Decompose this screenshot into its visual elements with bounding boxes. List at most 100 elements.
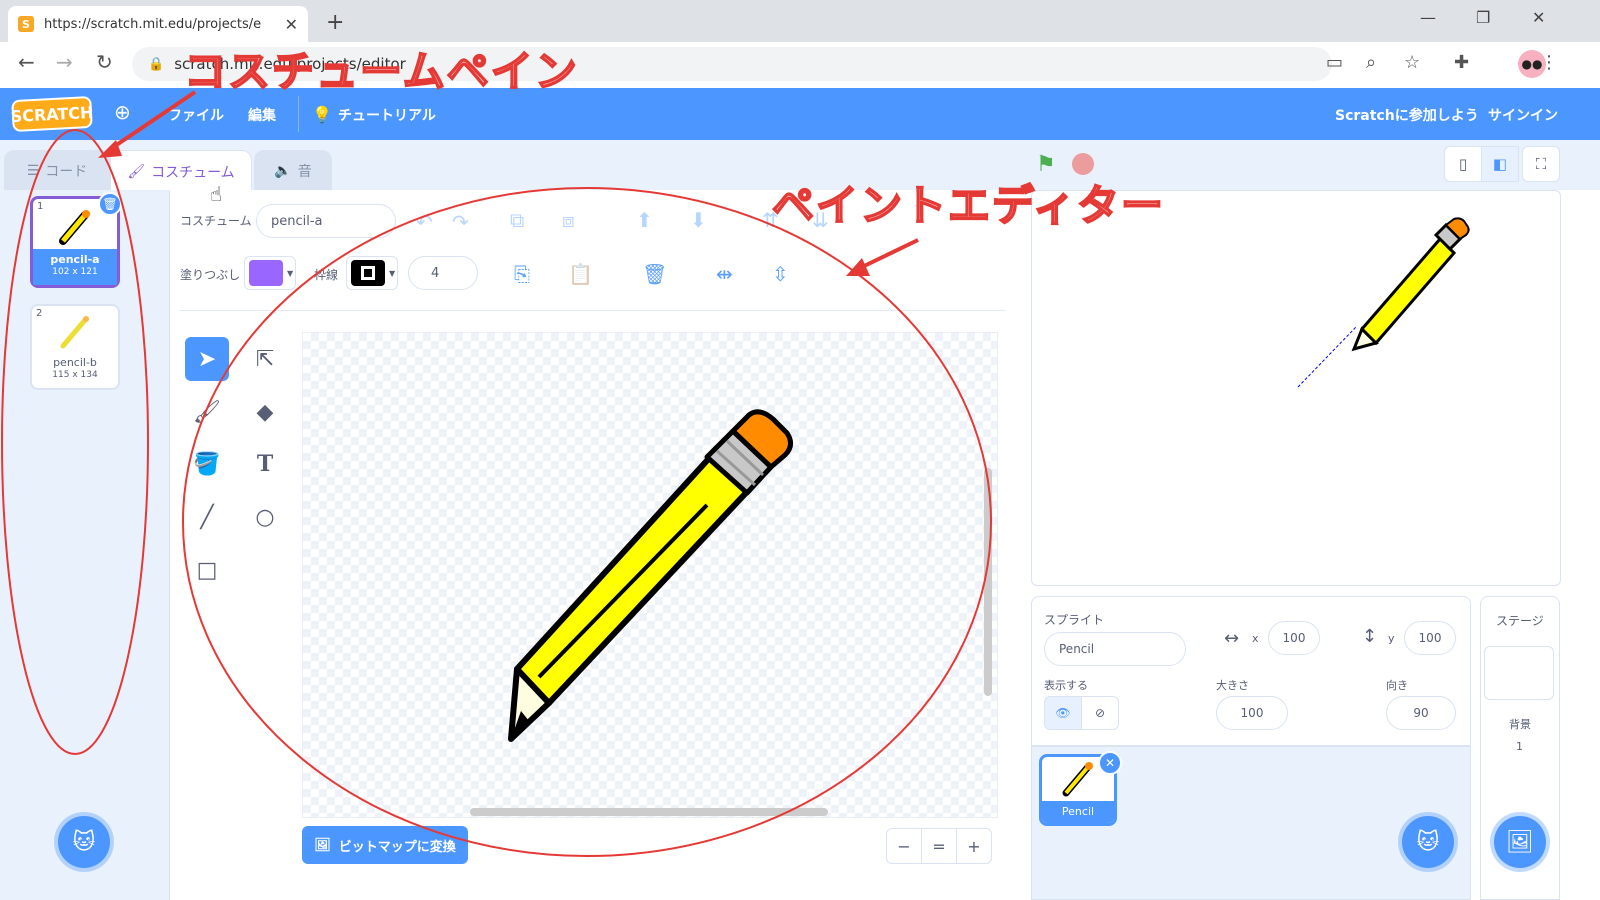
reshape-tool[interactable]: ⇱ (243, 337, 287, 381)
forward-icon[interactable]: → (56, 50, 73, 74)
tab-code-label: コード (45, 163, 88, 180)
x-arrows-icon: ↔ (1224, 628, 1240, 649)
x-input[interactable]: 100 (1268, 621, 1320, 655)
dropdown-arrow-icon: ▼ (389, 268, 396, 278)
y-label: y (1388, 632, 1395, 645)
delete-sprite-icon[interactable]: ✕ (1098, 751, 1122, 775)
y-arrows-icon: ↕ (1362, 626, 1378, 647)
line-tool[interactable]: ╱ (185, 495, 229, 539)
tab-costumes[interactable]: 🖌 コスチューム (110, 150, 252, 192)
paste-icon[interactable]: 📋 (568, 262, 593, 286)
paintbrush-icon: 🖌 (127, 163, 146, 180)
menu-file[interactable]: ファイル (168, 105, 224, 125)
hide-eye-icon[interactable]: ⊘ (1081, 696, 1119, 730)
join-scratch-link[interactable]: Scratchに参加しよう (1335, 105, 1479, 125)
forward-layer-icon[interactable]: ⬆ (636, 208, 653, 232)
choose-backdrop-button[interactable]: 🖼 (1494, 816, 1546, 868)
eraser-tool[interactable]: ◆ (243, 390, 287, 434)
tab-code[interactable]: ☰ コード (4, 150, 110, 190)
maximize-button[interactable]: ❐ (1476, 8, 1490, 27)
fullscreen-icon[interactable]: ⛶ (1522, 146, 1560, 182)
costume-pane (0, 190, 170, 900)
paint-canvas[interactable] (302, 332, 998, 818)
show-eye-icon[interactable]: 👁 (1044, 696, 1082, 730)
copy-icon[interactable]: ⎘ (514, 262, 530, 286)
size-label: 大きさ (1216, 679, 1249, 692)
redo-icon[interactable]: ↷ (452, 210, 469, 234)
tab-costumes-label: コスチューム (151, 164, 235, 181)
backward-layer-icon[interactable]: ⬇ (690, 208, 707, 232)
dropdown-arrow-icon: ▼ (287, 268, 294, 278)
rectangle-tool[interactable]: □ (185, 548, 229, 592)
pencil-thumbnail-icon (59, 210, 90, 245)
zoom-out-button[interactable]: − (886, 828, 922, 864)
fill-color-picker[interactable]: ▼ (244, 256, 296, 290)
signin-link[interactable]: サインイン (1488, 105, 1558, 125)
close-window-button[interactable]: ✕ (1532, 8, 1545, 27)
canvas-horizontal-scrollbar[interactable] (470, 808, 828, 816)
show-label: 表示する (1044, 679, 1088, 692)
zoom-reset-button[interactable]: = (921, 828, 957, 864)
browser-menu-icon[interactable]: ⋮ (1540, 52, 1558, 73)
extensions-icon[interactable]: ✚ (1454, 52, 1469, 73)
delete-icon[interactable]: 🗑 (642, 262, 667, 286)
outline-width-input[interactable]: 4 (408, 256, 478, 290)
costume-name: pencil-a (50, 253, 100, 266)
menu-tutorials[interactable]: チュートリアル (338, 105, 436, 125)
language-globe-icon[interactable]: ⊕ (114, 100, 131, 124)
zoom-icon[interactable]: ⌕ (1366, 52, 1376, 73)
scratch-logo[interactable]: SCRATCH (10, 95, 94, 133)
costume-label: pencil-a 102 x 121 (33, 249, 117, 285)
costume-pane-scrollbar[interactable] (150, 196, 162, 876)
costume-label: pencil-b 115 x 134 (32, 352, 118, 388)
convert-to-bitmap-button[interactable]: 🖼 ビットマップに変換 (302, 826, 468, 864)
stage-canvas[interactable] (1031, 190, 1561, 586)
costume-name-input[interactable]: pencil-a (256, 204, 396, 238)
direction-input[interactable]: 90 (1386, 696, 1456, 730)
fill-color-swatch (249, 260, 283, 286)
costume-name: pencil-b (53, 356, 97, 369)
circle-tool[interactable]: ○ (243, 495, 287, 539)
group-icon[interactable]: ⧉ (510, 208, 524, 232)
cast-icon[interactable]: ▭ (1326, 52, 1343, 73)
costume-index: 1 (37, 201, 44, 212)
normal-stage-icon[interactable]: ◧ (1481, 146, 1519, 182)
flip-vertical-icon[interactable]: ⇳ (772, 262, 789, 286)
small-stage-icon[interactable]: ▯ (1444, 146, 1482, 182)
speaker-icon: 🔈 (274, 162, 292, 179)
stage-thumbnail[interactable] (1484, 646, 1554, 700)
undo-icon[interactable]: ↶ (416, 210, 433, 234)
choose-costume-button[interactable]: 🐱 (58, 816, 110, 868)
y-input[interactable]: 100 (1404, 621, 1456, 655)
code-blocks-icon: ☰ (26, 162, 40, 179)
browser-tab[interactable]: S https://scratch.mit.edu/projects/e ✕ (8, 6, 308, 42)
costume-name-label: コスチューム (180, 214, 252, 228)
fill-tool[interactable]: 🪣 (185, 442, 229, 486)
x-label: x (1252, 632, 1259, 645)
stage-label: ステージ (1496, 614, 1544, 628)
pencil-thumbnail-icon (60, 316, 89, 349)
costume-tile-2[interactable]: 2 pencil-b 115 x 134 (30, 304, 120, 390)
tab-sounds[interactable]: 🔈 音 (254, 150, 332, 190)
lock-icon: 🔒 (148, 56, 165, 72)
new-tab-button[interactable]: + (326, 10, 344, 35)
text-tool[interactable]: T (243, 442, 287, 486)
sprite-name-input[interactable]: Pencil (1044, 632, 1186, 666)
zoom-in-button[interactable]: + (956, 828, 992, 864)
size-input[interactable]: 100 (1216, 696, 1288, 730)
flip-horizontal-icon[interactable]: ⇹ (716, 262, 733, 286)
back-icon[interactable]: ← (18, 50, 35, 74)
tab-close-icon[interactable]: ✕ (285, 15, 298, 34)
outline-color-picker[interactable]: ▼ (346, 256, 398, 290)
brush-tool[interactable]: 🖌 (185, 390, 229, 434)
ungroup-icon[interactable]: ⧈ (562, 208, 575, 232)
bookmark-star-icon[interactable]: ☆ (1404, 52, 1420, 73)
menu-edit[interactable]: 編集 (248, 105, 276, 125)
reload-icon[interactable]: ↻ (96, 50, 113, 74)
delete-costume-icon[interactable]: 🗑 (98, 192, 122, 216)
choose-sprite-button[interactable]: 🐱 (1402, 816, 1454, 868)
canvas-vertical-scrollbar[interactable] (984, 468, 992, 696)
minimize-button[interactable]: — (1420, 8, 1436, 27)
backdrops-label: 背景 (1509, 718, 1531, 731)
select-tool[interactable]: ➤ (185, 337, 229, 381)
